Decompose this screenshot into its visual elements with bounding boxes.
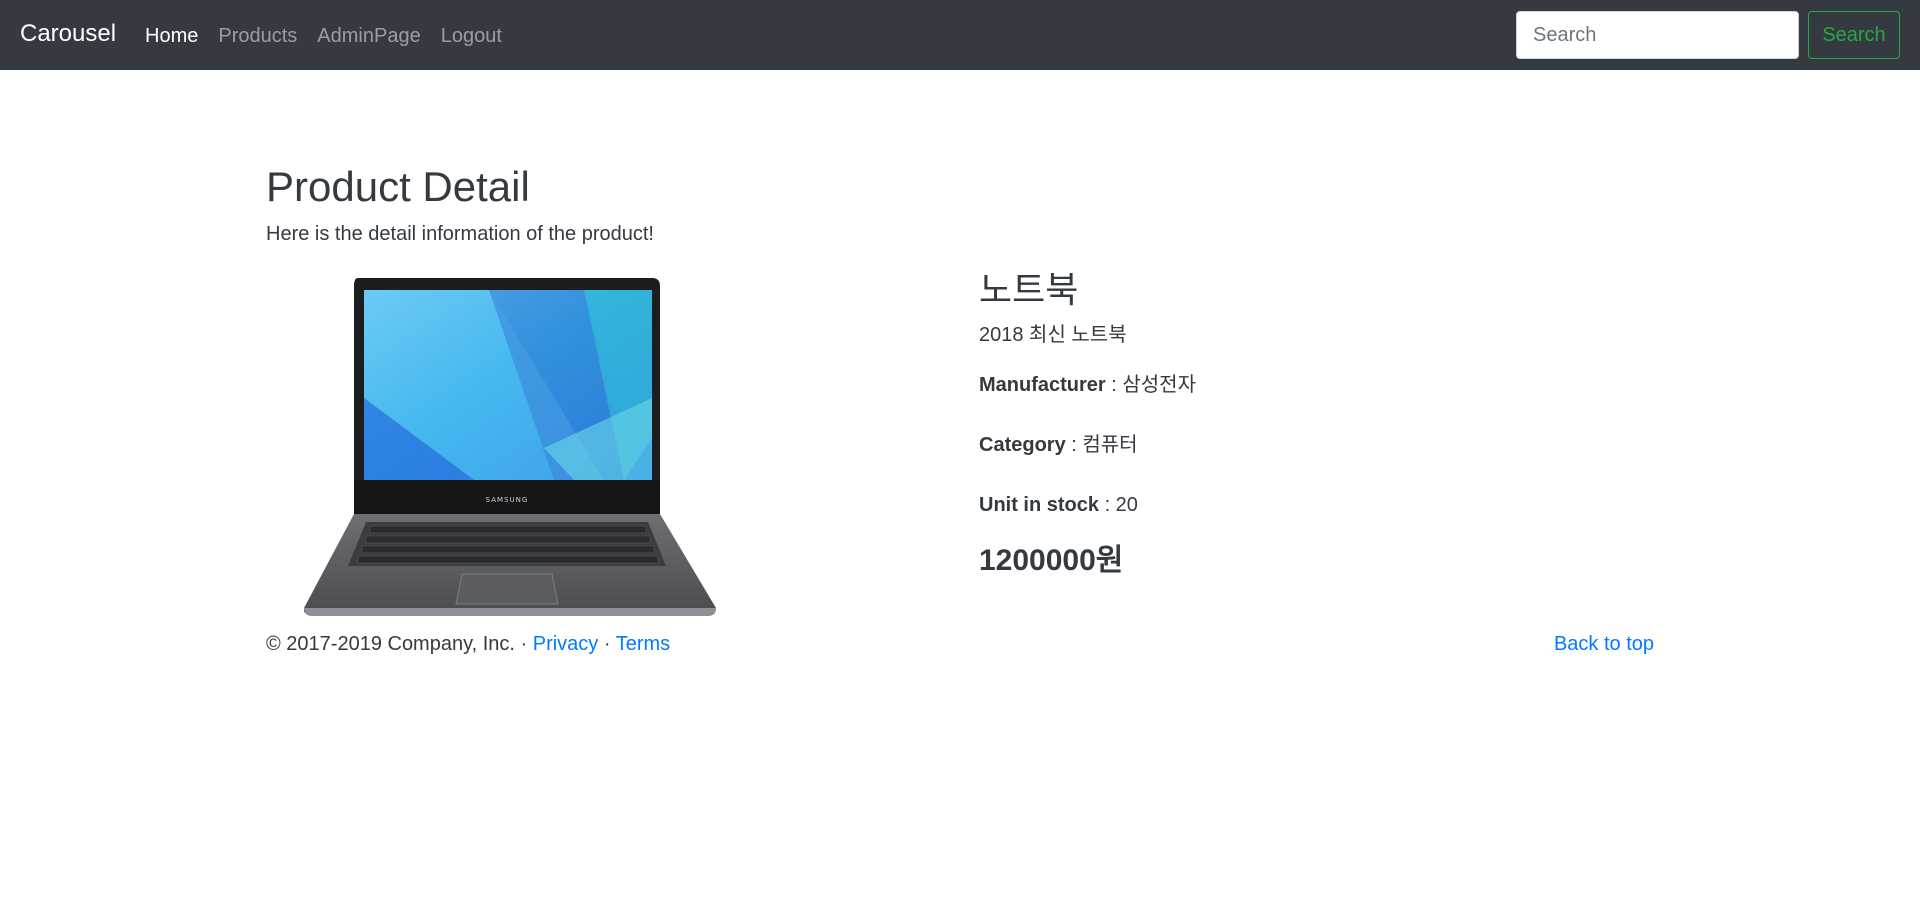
manufacturer-label: Manufacturer <box>979 374 1106 397</box>
page-lead: Here is the detail information of the pr… <box>266 223 654 245</box>
product-manufacturer: Manufacturer : 삼성전자 <box>979 373 1579 397</box>
product-category: Category : 컴퓨터 <box>979 433 1579 457</box>
product-name: 노트북 <box>979 269 1079 310</box>
nav-menu: Home Products AdminPage Logout <box>145 24 522 48</box>
search-input[interactable] <box>1516 11 1799 59</box>
footer-copyright: © 2017-2019 Company, Inc. · Privacy · Te… <box>266 632 670 656</box>
footer-separator: · <box>598 633 616 655</box>
product-stock: Unit in stock : 20 <box>979 493 1579 517</box>
privacy-link[interactable]: Privacy <box>533 633 599 655</box>
category-label: Category <box>979 434 1066 457</box>
copyright-text: © 2017-2019 Company, Inc. · <box>266 633 533 655</box>
category-value: : 컴퓨터 <box>1065 434 1138 457</box>
page-title: Product Detail <box>266 163 530 210</box>
stock-value: : 20 <box>1099 494 1138 517</box>
product-image: SAMSUNG <box>303 278 764 616</box>
navbar: Carousel Home Products AdminPage Logout … <box>0 0 1920 70</box>
laptop-brand-text: SAMSUNG <box>486 496 529 504</box>
product-description: 2018 최신 노트북 <box>979 324 1127 347</box>
terms-link[interactable]: Terms <box>616 633 670 655</box>
stock-label: Unit in stock <box>979 494 1100 517</box>
manufacturer-value: : 삼성전자 <box>1105 374 1196 397</box>
product-price: 1200000원 <box>979 544 1124 578</box>
back-to-top-link[interactable]: Back to top <box>1554 632 1654 656</box>
product-detail: 노트북 2018 최신 노트북 Manufacturer : 삼성전자 Cate… <box>979 268 1579 579</box>
navbar-brand[interactable]: Carousel <box>20 20 116 49</box>
nav-item-home[interactable]: Home <box>145 24 198 48</box>
nav-item-products[interactable]: Products <box>218 24 297 48</box>
nav-item-logout[interactable]: Logout <box>441 24 502 48</box>
nav-item-adminpage[interactable]: AdminPage <box>317 24 420 48</box>
search-button[interactable]: Search <box>1808 11 1900 59</box>
